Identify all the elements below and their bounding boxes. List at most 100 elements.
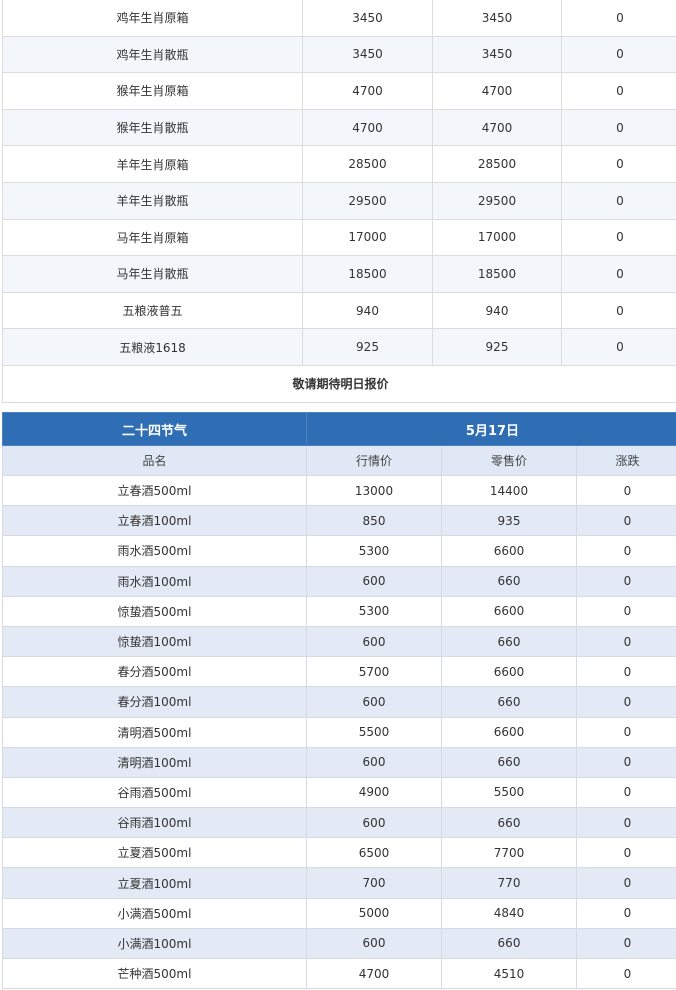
product-name: 立春酒100ml [2, 505, 307, 537]
change-value: 0 [561, 145, 676, 183]
column-header-market: 行情价 [306, 445, 442, 476]
market-price: 600 [306, 686, 442, 718]
price-value: 17000 [302, 218, 433, 257]
change-value: 0 [576, 957, 676, 990]
retail-price: 6600 [441, 656, 577, 688]
table-row: 猴年生肖原箱 4700 4700 0 [2, 72, 676, 110]
market-price: 4900 [306, 776, 442, 809]
change-value: 0 [576, 776, 676, 809]
table-row: 马年生肖散瓶 18500 18500 0 [2, 255, 676, 293]
table-row: 春分酒100ml 600 660 0 [2, 686, 676, 718]
product-name: 雨水酒500ml [2, 535, 307, 567]
change-value: 0 [561, 0, 676, 37]
price-value: 18500 [432, 255, 562, 293]
product-name: 立夏酒100ml [2, 867, 307, 899]
product-name: 小满酒100ml [2, 927, 307, 960]
change-value: 0 [576, 807, 676, 839]
table-row: 猴年生肖散瓶 4700 4700 0 [2, 108, 676, 147]
price-value: 3450 [302, 0, 433, 37]
change-value: 0 [576, 716, 676, 748]
change-value: 0 [576, 474, 676, 507]
change-value: 0 [561, 108, 676, 147]
market-price: 5000 [306, 897, 442, 929]
change-value: 0 [561, 218, 676, 257]
table-row: 清明酒100ml 600 660 0 [2, 746, 676, 778]
change-value: 0 [576, 535, 676, 567]
price-value: 4700 [432, 72, 562, 110]
retail-price: 660 [441, 625, 577, 658]
market-price: 850 [306, 505, 442, 537]
table-row: 雨水酒500ml 5300 6600 0 [2, 535, 676, 567]
table-row: 马年生肖原箱 17000 17000 0 [2, 218, 676, 257]
market-price: 13000 [306, 474, 442, 507]
change-value: 0 [561, 35, 676, 74]
table-row: 羊年生肖原箱 28500 28500 0 [2, 145, 676, 183]
retail-price: 660 [441, 746, 577, 778]
table-row: 惊蛰酒100ml 600 660 0 [2, 625, 676, 658]
product-name: 鸡年生肖原箱 [2, 0, 303, 37]
table-row: 五粮液普五 940 940 0 [2, 291, 676, 330]
product-name: 猴年生肖原箱 [2, 72, 303, 110]
price-value: 28500 [302, 145, 433, 183]
market-price: 600 [306, 565, 442, 597]
price-value: 3450 [432, 35, 562, 74]
table-row: 立夏酒100ml 700 770 0 [2, 867, 676, 899]
price-value: 4700 [432, 108, 562, 147]
table-title: 二十四节气 [2, 412, 307, 446]
table-row: 春分酒500ml 5700 6600 0 [2, 656, 676, 688]
change-value: 0 [576, 595, 676, 627]
table-row: 谷雨酒100ml 600 660 0 [2, 807, 676, 839]
retail-price: 5500 [441, 776, 577, 809]
market-price: 5300 [306, 535, 442, 567]
product-name: 立春酒500ml [2, 474, 307, 507]
price-value: 925 [432, 328, 562, 366]
table-row: 立夏酒500ml 6500 7700 0 [2, 837, 676, 869]
market-price: 5300 [306, 595, 442, 627]
product-name: 芒种酒500ml [2, 957, 307, 990]
product-name: 雨水酒100ml [2, 565, 307, 597]
change-value: 0 [576, 656, 676, 688]
table-row: 清明酒500ml 5500 6600 0 [2, 716, 676, 748]
table-row: 惊蛰酒500ml 5300 6600 0 [2, 595, 676, 627]
retail-price: 660 [441, 686, 577, 718]
change-value: 0 [576, 565, 676, 597]
product-name: 立夏酒500ml [2, 837, 307, 869]
price-value: 29500 [302, 181, 433, 220]
price-value: 925 [302, 328, 433, 366]
market-price: 5500 [306, 716, 442, 748]
change-value: 0 [576, 927, 676, 960]
table-row: 立春酒100ml 850 935 0 [2, 505, 676, 537]
market-price: 5700 [306, 656, 442, 688]
column-header-change: 涨跌 [576, 445, 676, 476]
price-value: 29500 [432, 181, 562, 220]
price-table-zodiac: 鸡年生肖原箱 3450 3450 0 鸡年生肖散瓶 3450 3450 0 猴年… [2, 0, 676, 403]
price-value: 940 [302, 291, 433, 330]
table-row: 雨水酒100ml 600 660 0 [2, 565, 676, 597]
product-name: 清明酒100ml [2, 746, 307, 778]
price-value: 17000 [432, 218, 562, 257]
price-table-solar-terms: 二十四节气 5月17日 品名 行情价 零售价 涨跌 立春酒500ml 13000… [2, 412, 676, 990]
column-header-name: 品名 [2, 445, 307, 476]
table-row: 小满酒100ml 600 660 0 [2, 927, 676, 960]
price-value: 4700 [302, 108, 433, 147]
product-name: 惊蛰酒100ml [2, 625, 307, 658]
market-price: 600 [306, 625, 442, 658]
retail-price: 7700 [441, 837, 577, 869]
product-name: 羊年生肖散瓶 [2, 181, 303, 220]
change-value: 0 [561, 291, 676, 330]
market-price: 600 [306, 807, 442, 839]
table-row: 芒种酒500ml 4700 4510 0 [2, 957, 676, 990]
price-value: 28500 [432, 145, 562, 183]
price-value: 18500 [302, 255, 433, 293]
market-price: 6500 [306, 837, 442, 869]
product-name: 马年生肖原箱 [2, 218, 303, 257]
column-header-row: 品名 行情价 零售价 涨跌 [2, 445, 676, 476]
retail-price: 6600 [441, 535, 577, 567]
product-name: 马年生肖散瓶 [2, 255, 303, 293]
change-value: 0 [561, 72, 676, 110]
table-note: 敬请期待明日报价 [2, 364, 676, 403]
product-name: 春分酒100ml [2, 686, 307, 718]
retail-price: 4840 [441, 897, 577, 929]
product-name: 清明酒500ml [2, 716, 307, 748]
product-name: 羊年生肖原箱 [2, 145, 303, 183]
